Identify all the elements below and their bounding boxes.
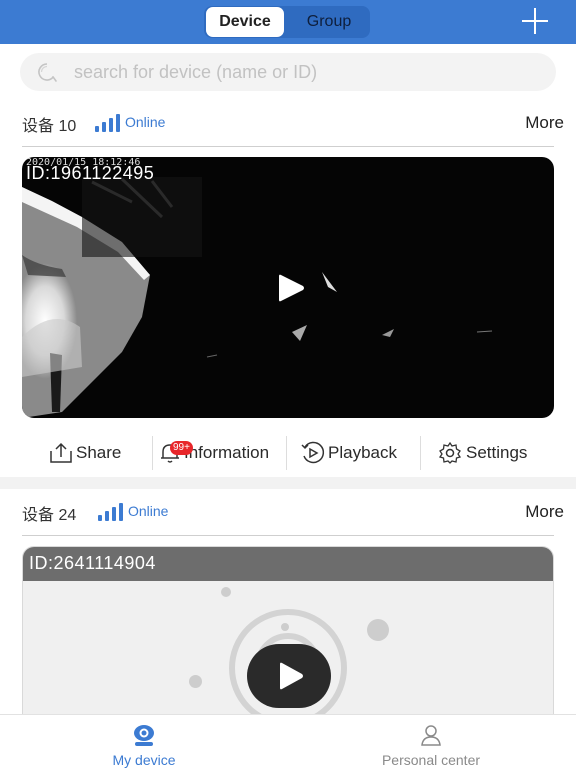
bottom-tab-bar: My device Personal center	[0, 714, 576, 768]
device-id-label: ID:1961122495	[26, 163, 155, 183]
settings-label: Settings	[466, 443, 528, 462]
search-box	[20, 53, 556, 91]
playback-button[interactable]: Playback	[300, 430, 397, 476]
tab-personal-center[interactable]: Personal center	[331, 715, 531, 768]
tab-label: Personal center	[381, 752, 481, 768]
placeholder-dot	[367, 619, 389, 641]
placeholder-dot	[221, 587, 231, 597]
search-icon	[38, 63, 57, 82]
app: Device Group 设备 10 Online More	[0, 0, 576, 768]
signal-icon	[98, 503, 124, 521]
video-preview[interactable]: 2020/01/15 18:12:46 ID:1961122495	[22, 157, 554, 418]
information-label: Information	[184, 443, 270, 462]
play-icon	[280, 662, 303, 690]
device-card-header: 设备 24 Online More	[0, 489, 576, 535]
person-icon	[421, 725, 441, 746]
tab-group[interactable]: Group	[290, 7, 368, 37]
camera-icon	[134, 725, 154, 746]
tab-device[interactable]: Device	[206, 7, 284, 37]
play-button[interactable]	[247, 644, 331, 708]
tab-my-device[interactable]: My device	[44, 715, 244, 768]
device-name: 设备 24	[22, 507, 77, 524]
signal-icon	[95, 114, 121, 132]
divider	[22, 146, 554, 147]
divider	[152, 436, 153, 470]
more-button[interactable]: More	[525, 502, 564, 522]
settings-button[interactable]: Settings	[436, 430, 527, 476]
status-badge: Online	[128, 503, 169, 519]
status-badge: Online	[125, 114, 166, 130]
share-icon	[50, 442, 72, 463]
divider	[420, 436, 421, 470]
more-button[interactable]: More	[525, 113, 564, 133]
gear-icon	[438, 441, 462, 464]
share-label: Share	[76, 443, 122, 462]
device-card: 设备 10 Online More 2020/01/15 18:12:46 ID…	[0, 100, 576, 477]
device-id-strip: ID:2641114904	[23, 547, 553, 581]
device-card-header: 设备 10 Online More	[0, 100, 576, 146]
device-name: 设备 10	[22, 118, 77, 135]
top-bar: Device Group	[0, 0, 576, 44]
notification-badge: 99+	[170, 441, 193, 455]
device-group-switch: Device Group	[204, 6, 370, 38]
divider	[22, 535, 554, 536]
device-id-label: ID:2641114904	[29, 553, 156, 573]
playback-icon	[301, 441, 325, 464]
share-button[interactable]: Share	[48, 430, 121, 476]
device-action-bar: Share Information 99+ Playback Settings	[0, 430, 576, 476]
search-bar	[0, 44, 576, 100]
search-input[interactable]	[74, 53, 534, 91]
placeholder-dot	[189, 675, 202, 688]
device-card: 设备 24 Online More ID:2641114904	[0, 489, 576, 746]
plus-icon[interactable]	[522, 8, 548, 34]
tab-label: My device	[112, 752, 176, 768]
playback-label: Playback	[328, 443, 397, 462]
play-icon[interactable]	[276, 274, 306, 302]
divider	[286, 436, 287, 470]
